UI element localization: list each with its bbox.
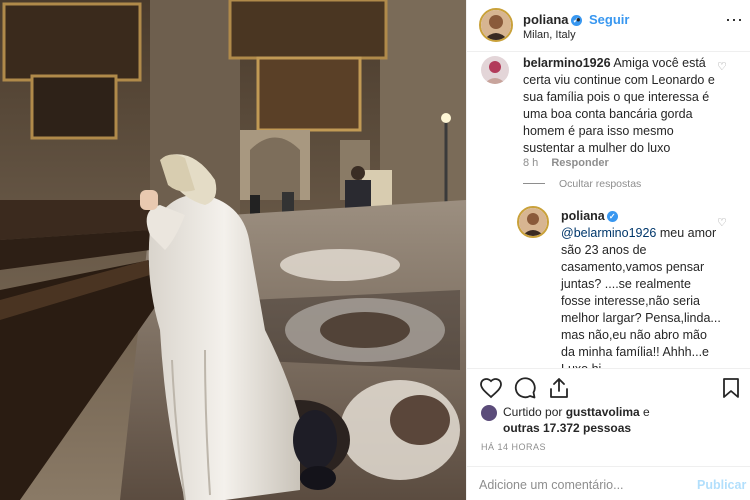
verified-badge-icon: ✓ [606, 211, 618, 222]
reply-author-avatar[interactable] [517, 206, 549, 238]
liked-by-text: Curtido por gusttavolima e outras 17.372… [481, 404, 743, 436]
hide-replies-button[interactable]: Ocultar respostas [523, 178, 641, 190]
comment-meta: 8 h Responder [523, 157, 609, 169]
reply-mention[interactable]: @belarmino1926 [561, 226, 656, 240]
post-header: poliana ✓ • Seguir Milan, Italy ⋯ [467, 0, 750, 52]
comments-list[interactable]: belarmino1926 Amiga você está certa viu … [467, 52, 750, 368]
comment-icon[interactable] [513, 376, 537, 400]
comment-input[interactable] [479, 474, 679, 496]
comment-time: 8 h [523, 157, 539, 169]
reply-text: poliana ✓ @belarmino1926 meu amor são 23 … [561, 208, 721, 368]
add-comment-bar: Publicar [467, 466, 750, 500]
reply-username[interactable]: poliana ✓ [561, 209, 618, 223]
heart-icon[interactable] [479, 376, 503, 400]
bookmark-icon[interactable] [719, 376, 743, 400]
more-options-icon[interactable]: ⋯ [725, 10, 744, 31]
separator-dot: • [576, 12, 581, 27]
reply-username-text[interactable]: poliana [561, 209, 605, 223]
follow-button[interactable]: Seguir [589, 12, 629, 27]
post-details-panel: poliana ✓ • Seguir Milan, Italy ⋯ belarmi… [466, 0, 750, 500]
liked-by-others[interactable]: outras 17.372 pessoas [503, 421, 631, 435]
post-photo[interactable] [0, 0, 466, 500]
cathedral-photo [0, 0, 466, 500]
instagram-post: poliana ✓ • Seguir Milan, Italy ⋯ belarmi… [0, 0, 750, 500]
hide-replies-label[interactable]: Ocultar respostas [559, 178, 641, 190]
liked-by-user[interactable]: gusttavolima [566, 405, 640, 419]
reply-like-heart-icon[interactable]: ♡ [717, 216, 727, 229]
comment-body: Amiga você está certa viu continue com L… [523, 56, 715, 155]
comment-text: belarmino1926 Amiga você está certa viu … [523, 55, 715, 157]
post-timestamp[interactable]: HÁ 14 HORAS [481, 442, 546, 452]
comment-username[interactable]: belarmino1926 [523, 56, 611, 70]
commenter-avatar[interactable] [481, 56, 509, 84]
publish-button[interactable]: Publicar [697, 478, 746, 492]
hide-replies-line [523, 183, 545, 184]
post-actions [467, 368, 750, 408]
liked-by-middle: e [639, 405, 650, 419]
share-icon[interactable] [547, 376, 571, 400]
author-avatar[interactable] [479, 8, 513, 42]
liker-avatar[interactable] [481, 405, 497, 421]
reply-button[interactable]: Responder [551, 157, 608, 169]
comment-like-heart-icon[interactable]: ♡ [717, 60, 727, 73]
author-username[interactable]: poliana ✓ [523, 12, 582, 27]
author-username-text[interactable]: poliana [523, 12, 569, 27]
liked-by-prefix: Curtido por [503, 405, 566, 419]
post-location[interactable]: Milan, Italy [523, 29, 576, 41]
liked-by: Curtido por gusttavolima e outras 17.372… [481, 404, 743, 436]
reply-body: meu amor são 23 anos de casamento,vamos … [561, 226, 721, 368]
